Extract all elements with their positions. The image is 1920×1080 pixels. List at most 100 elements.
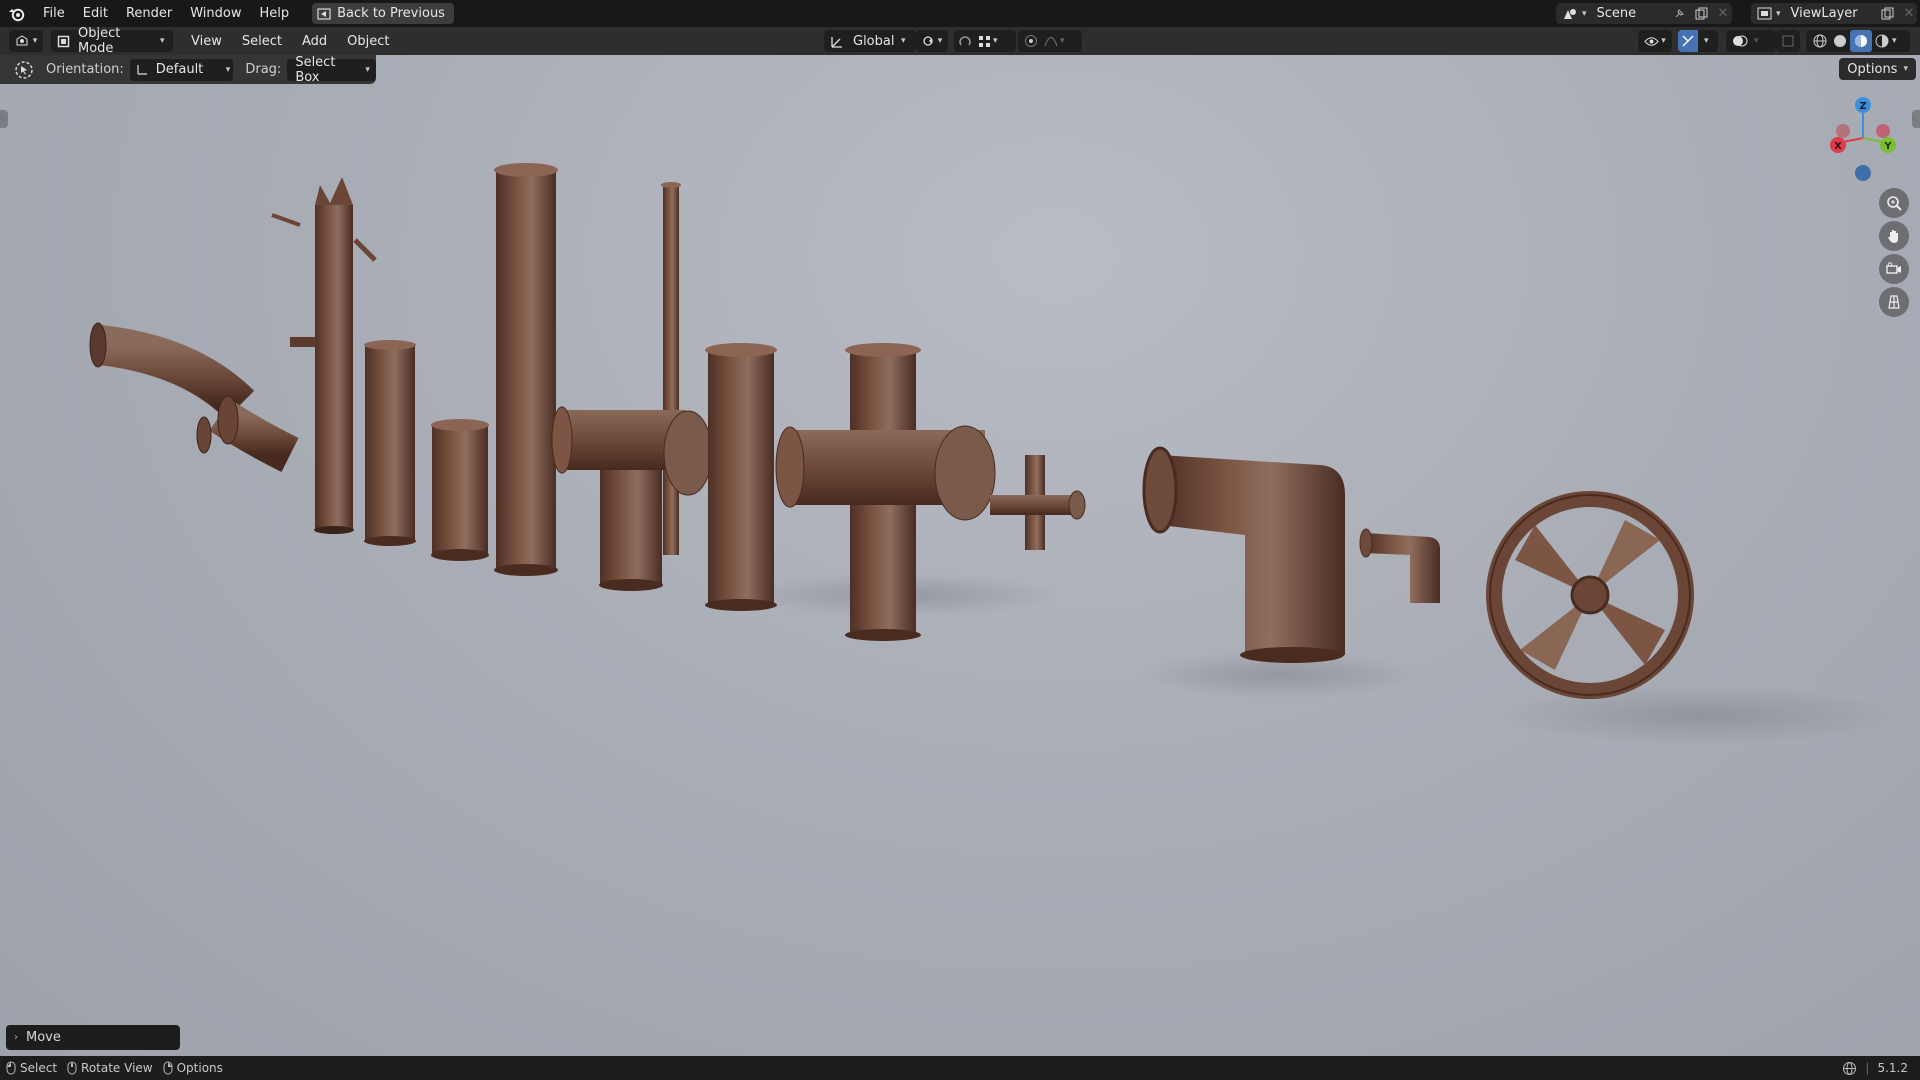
gizmo-toggle[interactable]: ▾ (1678, 30, 1718, 52)
camera-view-button[interactable] (1879, 254, 1909, 284)
chevron-down-icon: ▾ (225, 64, 231, 75)
gizmo-icon[interactable] (1678, 30, 1698, 52)
back-to-previous-button[interactable]: Back to Previous (312, 3, 454, 24)
status-select: Select (20, 1061, 58, 1075)
chevron-right-icon: › (14, 1032, 18, 1043)
drag-label: Drag: (245, 62, 282, 77)
scene-name: Scene (1596, 6, 1637, 21)
visibility-selector[interactable]: ▾ (1638, 30, 1672, 52)
tool-settings-header: Orientation: Default ▾ Drag: Select Box … (0, 55, 376, 85)
zoom-button[interactable] (1879, 188, 1909, 218)
status-divider: | (1865, 1061, 1870, 1075)
chevron-down-icon: ▾ (1776, 8, 1781, 19)
chevron-down-icon: ▾ (901, 36, 906, 46)
menu-window[interactable]: Window (181, 0, 250, 27)
new-view-layer-icon[interactable] (1881, 7, 1894, 20)
menu-help[interactable]: Help (251, 0, 299, 27)
perspective-toggle-button[interactable] (1879, 287, 1909, 317)
small-cross-pipe (990, 455, 1086, 550)
snap-increment-icon[interactable] (978, 35, 991, 48)
short-pipe (364, 340, 416, 546)
chevron-down-icon: ▾ (1661, 36, 1666, 46)
view-layer-icon (1757, 7, 1772, 20)
transform-orientation-selector[interactable]: Global ▾ (824, 30, 916, 52)
neg-z-axis-handle[interactable] (1855, 165, 1871, 181)
snap-controls[interactable]: ▾ (954, 30, 1016, 52)
proportional-editing-controls[interactable]: ▾ (1018, 30, 1082, 52)
back-label: Back to Previous (337, 6, 445, 21)
view-layer-selector[interactable]: ▾ ViewLayer ✕ (1751, 3, 1917, 24)
chevron-down-icon: ▾ (365, 64, 370, 75)
proportional-editing-icon[interactable] (1024, 34, 1038, 48)
mouse-left-icon (6, 1061, 16, 1075)
pivot-icon (922, 34, 936, 48)
delete-scene-icon[interactable]: ✕ (1718, 6, 1729, 21)
y-axis-label: Y (1883, 141, 1892, 152)
scene-selector[interactable]: ▾ Scene ✕ (1556, 3, 1732, 24)
tall-pipe (494, 163, 558, 576)
chevron-down-icon[interactable]: ▾ (1892, 36, 1897, 46)
menu-select[interactable]: Select (232, 34, 292, 49)
axes-icon (136, 63, 148, 76)
menu-object[interactable]: Object (337, 34, 399, 49)
chevron-down-icon: ▾ (160, 36, 165, 46)
xray-toggle[interactable] (1776, 30, 1800, 52)
navigation-gizmo[interactable]: Z X Y (1823, 93, 1903, 183)
mode-label: Object Mode (78, 26, 121, 56)
chevron-down-icon: ▾ (993, 36, 998, 46)
menu-file[interactable]: File (34, 0, 74, 27)
version-label: 5.1.2 (1877, 1061, 1908, 1075)
pin-icon[interactable] (1673, 8, 1685, 20)
pivot-point-selector[interactable]: ▾ (916, 30, 948, 52)
select-tool-icon[interactable] (14, 60, 34, 80)
chevron-down-icon: ▾ (1903, 64, 1908, 74)
chevron-down-icon[interactable]: ▾ (1754, 36, 1759, 46)
last-operation-panel[interactable]: › Move (6, 1025, 180, 1050)
orientation-dropdown[interactable]: Default ▾ (129, 58, 234, 81)
status-right: | 5.1.2 (1842, 1061, 1908, 1076)
status-options: Options (176, 1061, 223, 1075)
chevron-down-icon: ▾ (937, 36, 943, 46)
zoom-icon (1886, 195, 1902, 211)
material-preview-shading-icon[interactable] (1850, 30, 1872, 52)
falloff-icon[interactable] (1044, 35, 1058, 47)
rendered-shading-icon[interactable] (1872, 34, 1892, 48)
orientation-label: Orientation: (46, 62, 124, 77)
pan-button[interactable] (1879, 221, 1909, 251)
snap-magnet-icon[interactable] (958, 34, 972, 48)
3d-viewport[interactable]: Orientation: Default ▾ Drag: Select Box … (0, 55, 1920, 1056)
transform-orientation-label: Global (853, 33, 895, 49)
orientation-value: Default (155, 62, 204, 77)
flanged-pipe (705, 343, 777, 611)
overlays-icon[interactable] (1732, 34, 1748, 48)
sidebar-expand-handle[interactable]: ‹ (1912, 110, 1920, 128)
eye-icon (1644, 36, 1659, 47)
status-rotate-view: Rotate View (81, 1061, 153, 1075)
wireframe-shading-icon[interactable] (1810, 34, 1830, 48)
delete-view-layer-icon[interactable]: ✕ (1904, 6, 1915, 21)
blender-logo-icon[interactable] (0, 0, 34, 27)
mouse-middle-icon (67, 1061, 77, 1075)
z-axis-label: Z (1859, 101, 1866, 112)
overlays-toggle[interactable]: ▾ (1726, 30, 1776, 52)
menu-add[interactable]: Add (292, 34, 337, 49)
curved-pipe (89, 322, 299, 472)
mode-selector[interactable]: Object Mode ▾ (51, 26, 173, 56)
thin-pipe (661, 182, 681, 555)
shading-modes[interactable]: ▾ (1806, 30, 1910, 52)
solid-shading-icon[interactable] (1830, 34, 1850, 48)
menu-edit[interactable]: Edit (74, 0, 117, 27)
chevron-down-icon[interactable]: ▾ (1704, 36, 1709, 46)
drag-dropdown[interactable]: Select Box ▾ (287, 55, 376, 85)
menu-render[interactable]: Render (117, 0, 181, 27)
viewport-header: ▾ Object Mode ▾ View Select Add Object G… (0, 26, 1920, 56)
globe-icon (1842, 1061, 1857, 1076)
scene-render (89, 163, 1900, 745)
options-button[interactable]: Options ▾ (1839, 58, 1916, 80)
editor-type-selector[interactable]: ▾ (9, 30, 43, 52)
toolbar-expand-handle[interactable]: › (0, 110, 8, 128)
new-scene-icon[interactable] (1695, 7, 1708, 20)
menu-view[interactable]: View (181, 34, 232, 49)
last-operation-label: Move (26, 1030, 61, 1045)
3d-viewport-icon (15, 35, 29, 47)
